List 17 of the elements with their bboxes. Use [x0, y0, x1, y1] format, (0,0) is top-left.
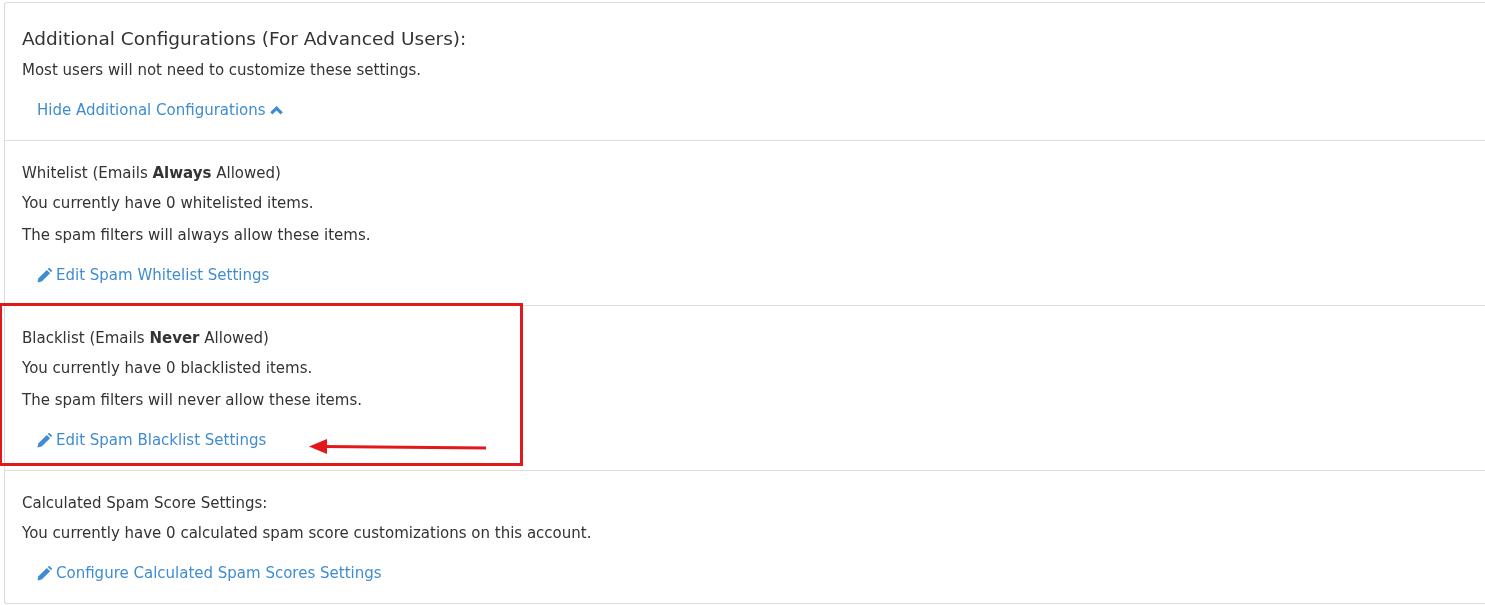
section-heading: Whitelist (Emails Always Allowed)	[22, 163, 281, 184]
section-title: Additional Configurations (For Advanced Users):	[22, 27, 467, 51]
section-heading: Blacklist (Emails Never Allowed)	[22, 328, 269, 349]
pencil-icon	[37, 267, 52, 283]
pencil-icon	[37, 432, 52, 448]
section-text: You currently have 0 blacklisted items.	[22, 358, 313, 379]
pencil-icon	[37, 565, 52, 581]
section-text: You currently have 0 whitelisted items.	[22, 193, 314, 214]
edit-link[interactable]: Configure Calculated Spam Scores Settings	[37, 562, 382, 584]
edit-link[interactable]: Edit Spam Whitelist Settings	[37, 264, 270, 286]
section-description: Most users will not need to customize these settings.	[22, 60, 422, 81]
section-heading: Calculated Spam Score Settings:	[22, 493, 268, 514]
section-text: The spam filters will always allow these items.	[22, 225, 371, 246]
section-text: You currently have 0 calculated spam score customizations on this account.	[22, 523, 592, 544]
toggle-link[interactable]: Hide Additional Configurations	[37, 99, 283, 121]
edit-link[interactable]: Edit Spam Blacklist Settings	[37, 429, 267, 451]
section-text: The spam filters will never allow these items.	[22, 390, 362, 411]
